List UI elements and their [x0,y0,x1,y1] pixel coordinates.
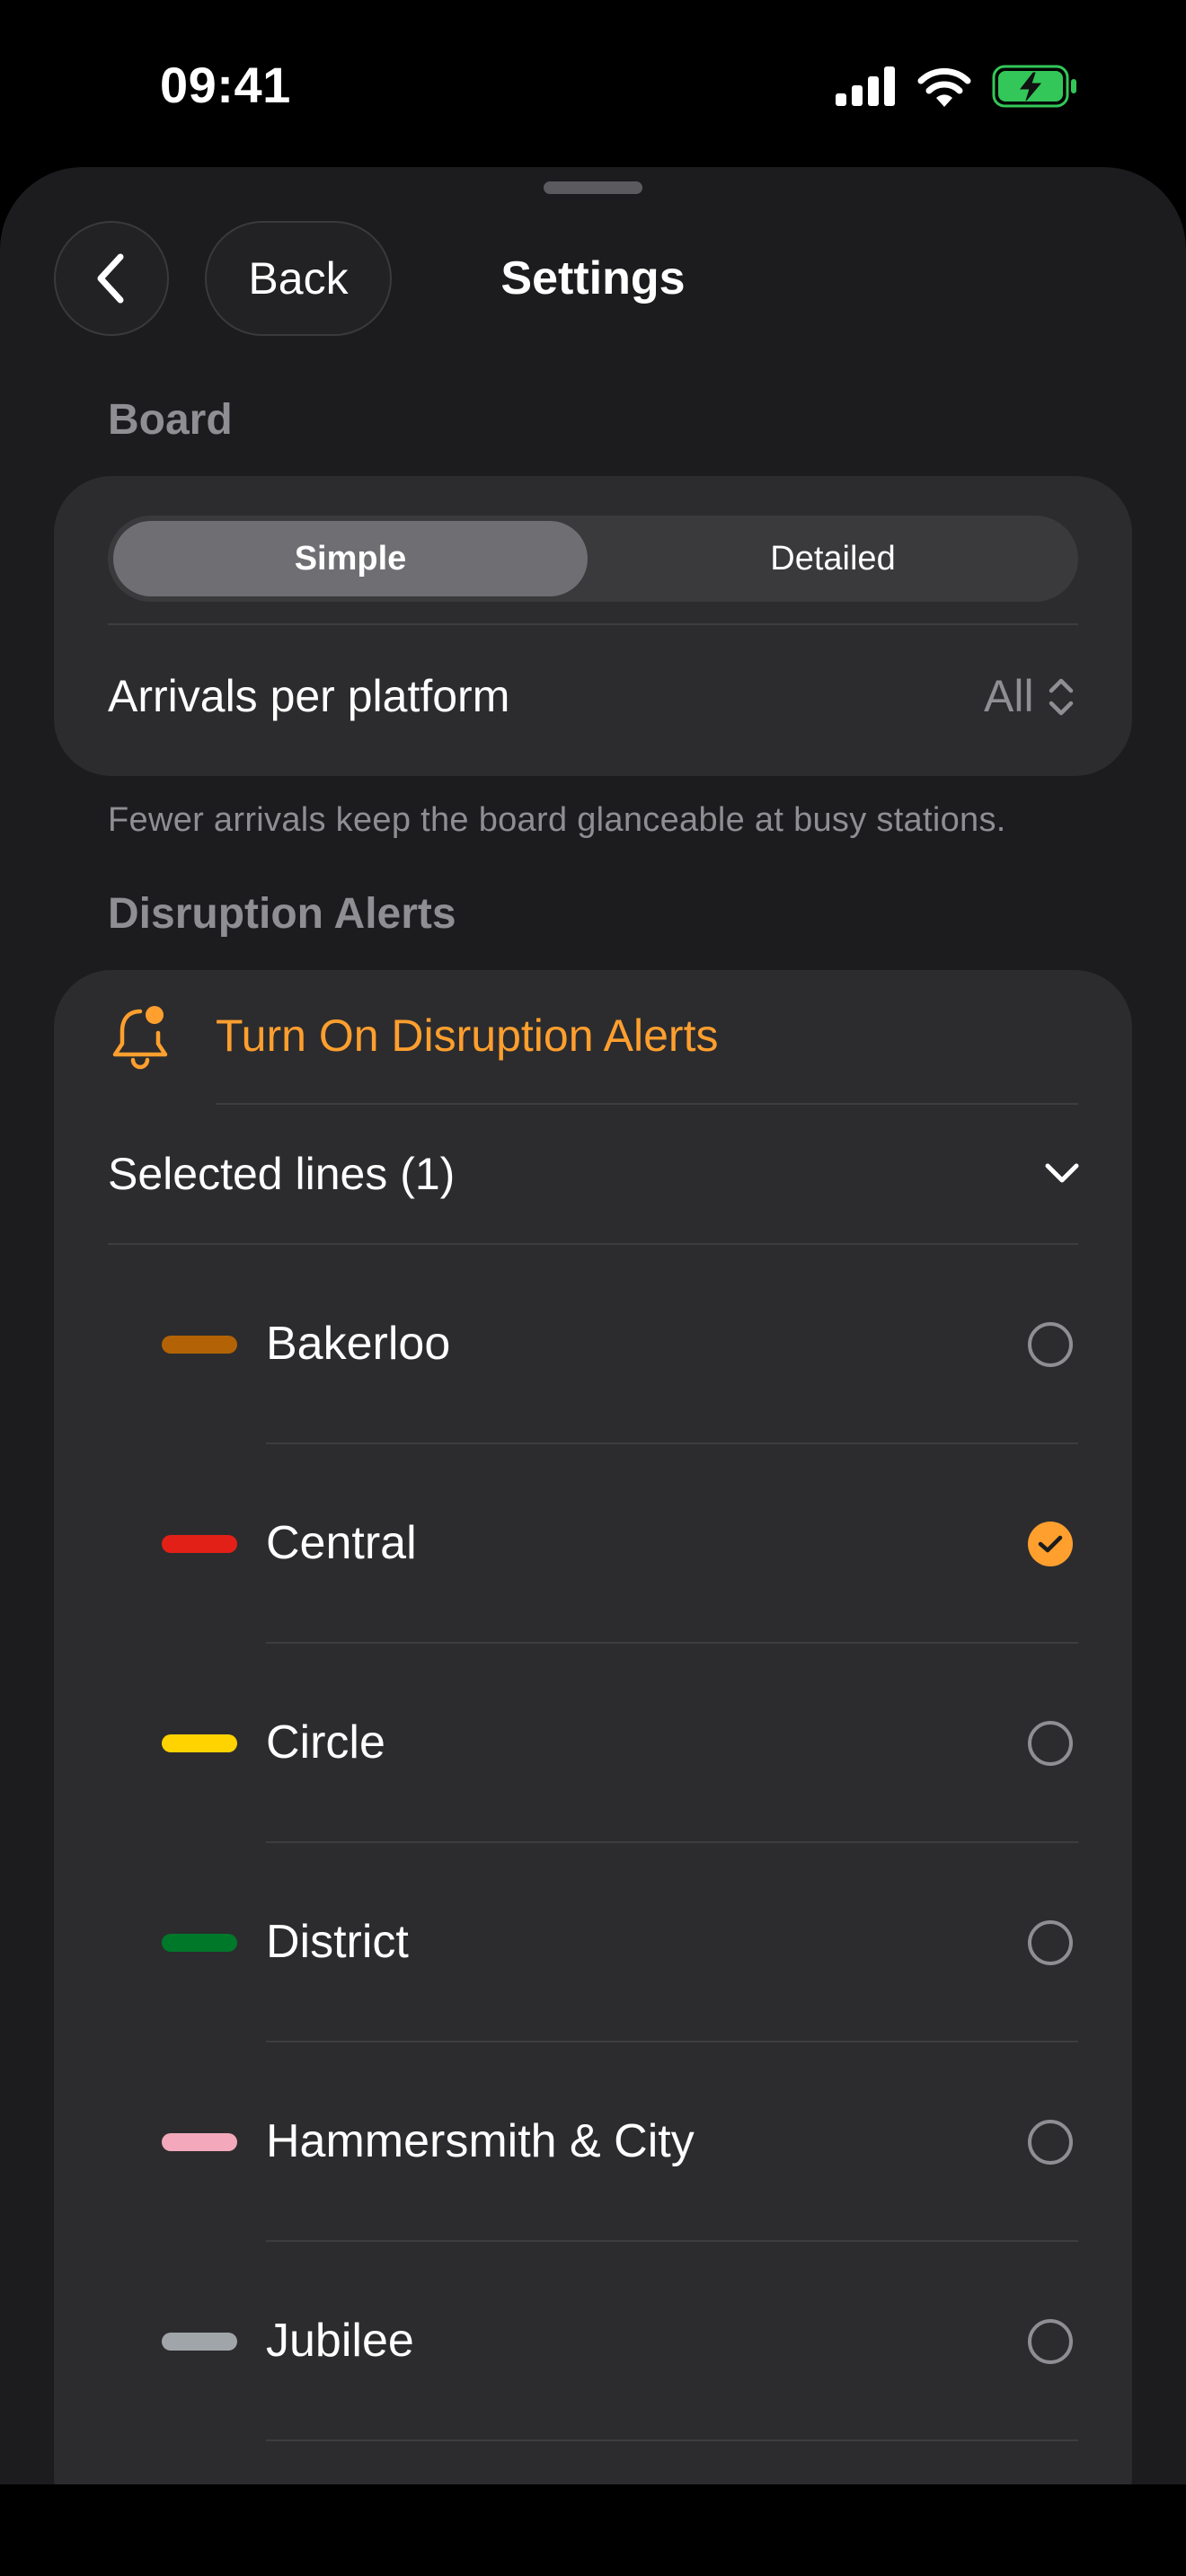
chevron-down-icon [1045,1163,1079,1183]
section-header-board: Board [108,396,233,444]
empty-circle-icon[interactable] [1028,2120,1073,2165]
board-mode-segmented-control[interactable]: Simple Detailed [108,516,1078,602]
arrivals-per-platform-picker[interactable]: All [952,656,1096,737]
page-title: Settings [500,252,686,304]
line-name: Central [266,1517,417,1569]
arrivals-per-platform-label: Arrivals per platform [108,671,510,721]
selected-lines-disclosure[interactable]: Selected lines (1) [54,1105,1132,1245]
turn-on-disruption-alerts-label: Turn On Disruption Alerts [216,1010,719,1061]
wifi-icon [917,67,971,107]
line-row[interactable]: Bakerloo [54,1245,1132,1444]
line-row[interactable]: Central [54,1444,1132,1644]
empty-circle-icon[interactable] [1028,2319,1073,2364]
line-name: Jubilee [266,2315,414,2367]
board-card: Simple Detailed Arrivals per platform Al… [54,476,1132,776]
empty-circle-icon[interactable] [1028,1721,1073,1766]
line-color-swatch [162,1734,237,1752]
line-color-swatch [162,2133,237,2151]
line-row[interactable]: District [54,1843,1132,2042]
line-name: Hammersmith & City [266,2115,695,2167]
line-color-swatch [162,1336,237,1354]
status-time: 09:41 [160,57,291,113]
cellular-signal-icon [836,66,895,106]
sheet-grabber[interactable] [544,181,642,194]
bell-badge-icon [112,1006,168,1070]
line-row[interactable]: Jubilee [54,2242,1132,2441]
section-header-disruption-alerts: Disruption Alerts [108,890,456,938]
line-row[interactable]: Hammersmith & City [54,2042,1132,2242]
empty-circle-icon[interactable] [1028,1322,1073,1367]
chevron-up-down-icon [1049,678,1074,716]
empty-circle-icon[interactable] [1028,1920,1073,1965]
line-color-swatch [162,2333,237,2351]
segment-simple[interactable]: Simple [113,521,588,596]
turn-on-disruption-alerts-row[interactable]: Turn On Disruption Alerts [54,970,1132,1105]
board-footnote: Fewer arrivals keep the board glanceable… [108,801,1006,839]
arrivals-per-platform-value: All [984,671,1034,721]
settings-sheet: Back Settings Board Simple Detailed Arri… [0,167,1186,2484]
line-name: Circle [266,1716,385,1769]
line-name: Bakerloo [266,1318,451,1370]
checkmark-icon [1038,1535,1063,1553]
line-color-swatch [162,1934,237,1952]
chevron-left-icon [97,253,124,304]
back-button[interactable]: Back [205,221,392,336]
line-name: District [266,1916,409,1968]
segment-detailed[interactable]: Detailed [593,521,1073,596]
line-color-swatch [162,1535,237,1553]
selected-lines-label: Selected lines (1) [108,1149,456,1199]
battery-charging-icon [992,65,1076,108]
status-bar: 09:41 [0,0,1186,171]
disruption-alerts-card: Turn On Disruption Alerts Selected lines… [54,970,1132,2484]
lines-list: Bakerloo Central Circle District Hammersmith… [54,1245,1132,2484]
checkmark-circle-icon[interactable] [1028,1522,1073,1566]
back-icon-button[interactable] [54,221,169,336]
line-row[interactable]: Circle [54,1644,1132,1843]
divider [266,2439,1078,2441]
divider [108,623,1078,625]
status-icons [836,65,1078,108]
